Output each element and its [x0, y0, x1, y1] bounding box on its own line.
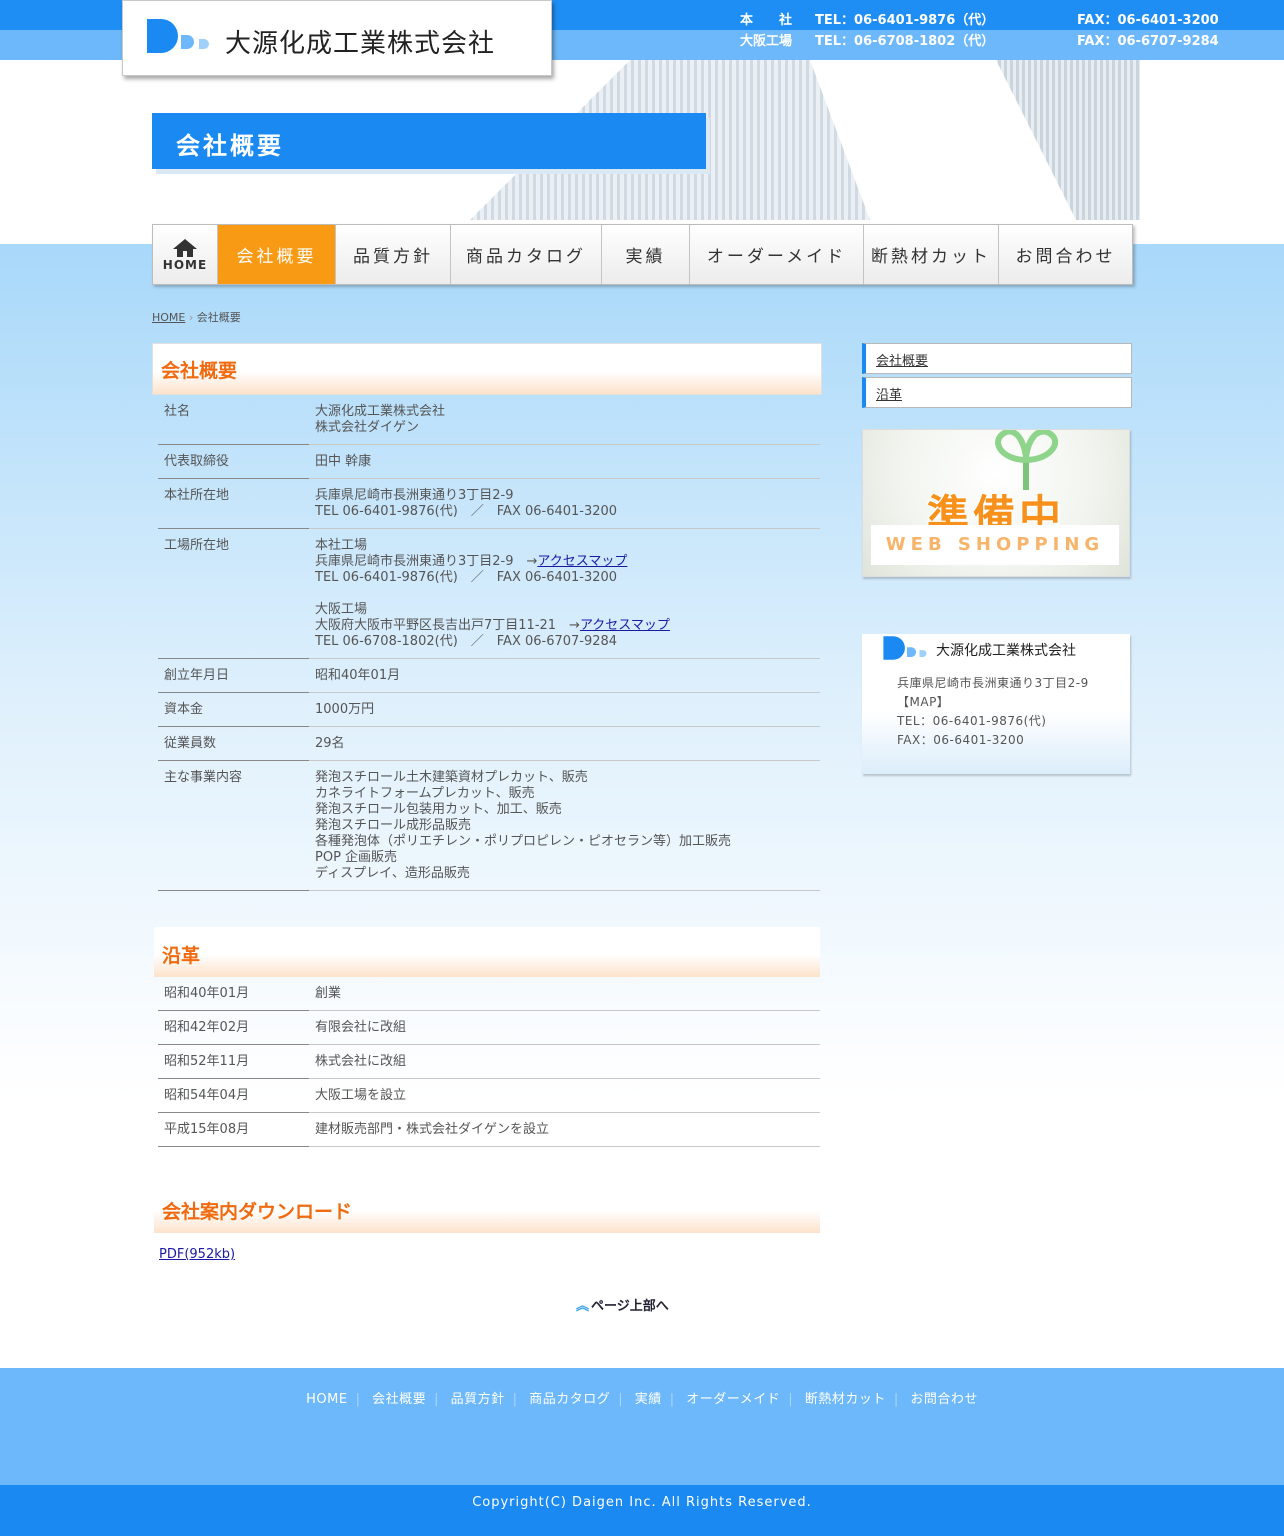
nav-catalog[interactable]: 商品カタログ — [451, 225, 602, 284]
sidebar-item-overview[interactable]: 会社概要 — [862, 343, 1132, 374]
footer-link-insulation-cut[interactable]: 断熱材カット — [805, 1392, 886, 1407]
site-logo[interactable]: 大源化成工業株式会社 — [122, 0, 552, 76]
footer-nav: HOME | 会社概要 | 品質方針 | 商品カタログ | 実績 | オーダーメイド | 断… — [0, 1368, 1284, 1485]
row-key: 社名 — [158, 395, 309, 445]
table-row: 本社所在地 兵庫県尼崎市長洲東通り3丁目2-9 TEL 06-6401-9876… — [158, 478, 820, 529]
table-row: 資本金 1000万円 — [158, 692, 820, 727]
nav-contact[interactable]: お問合わせ — [999, 225, 1132, 284]
nav-home[interactable]: HOME — [153, 225, 218, 284]
table-row: 社名 大源化成工業株式会社 株式会社ダイゲン — [158, 395, 820, 445]
footer-link-contact[interactable]: お問合わせ — [910, 1392, 978, 1407]
map-link[interactable]: 【MAP】 — [897, 693, 1089, 712]
footer-link-catalog[interactable]: 商品カタログ — [529, 1392, 610, 1407]
row-key: 創立年月日 — [158, 658, 309, 693]
table-row: 工場所在地 本社工場 兵庫県尼崎市長洲東通り3丁目2-9 →アクセスマップ TE… — [158, 528, 820, 659]
row-value: 兵庫県尼崎市長洲東通り3丁目2-9 TEL 06-6401-9876(代) ／ … — [309, 478, 820, 529]
row-value: 昭和40年01月 — [309, 658, 820, 693]
table-row: 昭和42年02月 有限会社に改組 — [158, 1010, 820, 1045]
row-value: 29名 — [309, 726, 820, 761]
contact-row-head-office: 本 社 TEL：06-6401-9876（代） FAX：06-6401-3200 — [740, 13, 1219, 28]
table-row: 主な事業内容 発泡スチロール土木建築資材プレカット、販売 カネライトフォームプレ… — [158, 760, 820, 891]
table-row: 従業員数 29名 — [158, 726, 820, 761]
row-key: 工場所在地 — [158, 528, 309, 659]
table-row: 創立年月日 昭和40年01月 — [158, 658, 820, 693]
copyright: Copyright(C) Daigen Inc. All Rights Rese… — [0, 1485, 1284, 1536]
nav-quality[interactable]: 品質方針 — [336, 225, 451, 284]
card-company-name: 大源化成工業株式会社 — [936, 643, 1076, 659]
download-heading: 会社案内ダウンロード — [154, 1183, 820, 1233]
nav-custom-order[interactable]: オーダーメイド — [690, 225, 864, 284]
row-key: 代表取締役 — [158, 444, 309, 479]
page-title-banner: 会社概要 — [152, 113, 706, 169]
card-contact-info: 兵庫県尼崎市長洲東通り3丁目2-9 【MAP】 TEL：06-6401-9876… — [897, 676, 1089, 747]
page-top-link[interactable]: ︽ ページ上部へ — [576, 1295, 669, 1314]
web-shopping-banner[interactable]: 準備中 WEB SHOPPING — [862, 429, 1130, 577]
breadcrumb-current: 会社概要 — [196, 311, 241, 324]
row-key: 本社所在地 — [158, 478, 309, 529]
shop-banner-subtitle: WEB SHOPPING — [871, 525, 1119, 565]
table-row: 昭和54年04月 大阪工場を設立 — [158, 1078, 820, 1113]
overview-table: 社名 大源化成工業株式会社 株式会社ダイゲン 代表取締役 田中 幹康 本社所在地… — [158, 395, 820, 891]
row-key: 従業員数 — [158, 726, 309, 761]
table-row: 昭和40年01月 創業 — [158, 977, 820, 1011]
main-content: 会社概要 社名 大源化成工業株式会社 株式会社ダイゲン 代表取締役 田中 幹康 … — [152, 343, 822, 1262]
access-map-link-osaka[interactable]: アクセスマップ — [580, 618, 670, 633]
chevron-right-icon: › — [188, 311, 194, 324]
building-image-right — [996, 60, 1140, 220]
company-card: 大源化成工業株式会社 兵庫県尼崎市長洲東通り3丁目2-9 【MAP】 TEL：0… — [862, 634, 1130, 774]
footer-link-results[interactable]: 実績 — [635, 1392, 662, 1407]
row-value: 本社工場 兵庫県尼崎市長洲東通り3丁目2-9 →アクセスマップ TEL 06-6… — [309, 528, 820, 659]
pdf-download-link[interactable]: PDF(952kb) — [159, 1247, 822, 1262]
footer-link-home[interactable]: HOME — [306, 1392, 347, 1407]
access-map-link-head[interactable]: アクセスマップ — [537, 554, 627, 569]
page-title: 会社概要 — [176, 132, 284, 160]
contact-row-osaka-factory: 大阪工場 TEL：06-6708-1802（代） FAX：06-6707-9284 — [740, 34, 1219, 49]
nav-results[interactable]: 実績 — [602, 225, 690, 284]
company-logo-icon — [147, 19, 209, 53]
table-row: 昭和52年11月 株式会社に改組 — [158, 1044, 820, 1079]
footer-link-company[interactable]: 会社概要 — [372, 1392, 426, 1407]
history-table: 昭和40年01月 創業 昭和42年02月 有限会社に改組 昭和52年11月 株式会社に… — [158, 977, 820, 1147]
header-contact: 本 社 TEL：06-6401-9876（代） FAX：06-6401-3200 大… — [740, 10, 1219, 52]
sprout-icon — [995, 430, 1059, 490]
row-value: 田中 幹康 — [309, 444, 820, 479]
footer-link-quality[interactable]: 品質方針 — [451, 1392, 505, 1407]
row-value: 発泡スチロール土木建築資材プレカット、販売 カネライトフォームプレカット、販売 … — [309, 760, 820, 891]
row-key: 資本金 — [158, 692, 309, 727]
company-logo-icon — [883, 636, 927, 660]
sidebar-item-history[interactable]: 沿革 — [862, 377, 1132, 408]
breadcrumb-home[interactable]: HOME — [152, 311, 185, 324]
table-row: 平成15年08月 建材販売部門・株式会社ダイゲンを設立 — [158, 1112, 820, 1147]
row-value: 大源化成工業株式会社 株式会社ダイゲン — [309, 395, 820, 445]
company-name: 大源化成工業株式会社 — [225, 29, 496, 59]
global-nav: HOME 会社概要 品質方針 商品カタログ 実績 オーダーメイド 断熱材カット … — [152, 224, 1133, 285]
nav-insulation-cut[interactable]: 断熱材カット — [864, 225, 999, 284]
table-row: 代表取締役 田中 幹康 — [158, 444, 820, 479]
history-heading: 沿革 — [154, 927, 820, 977]
double-chevron-up-icon: ︽ — [576, 1299, 590, 1314]
home-icon — [173, 238, 197, 257]
row-value: 1000万円 — [309, 692, 820, 727]
overview-heading: 会社概要 — [152, 343, 822, 395]
nav-company[interactable]: 会社概要 — [218, 225, 336, 284]
breadcrumb: HOME › 会社概要 — [152, 309, 241, 325]
row-key: 主な事業内容 — [158, 760, 309, 891]
footer-link-custom-order[interactable]: オーダーメイド — [686, 1392, 780, 1407]
sidebar: 会社概要 沿革 準備中 WEB SHOPPING 大源化成工業株式会社 兵庫県尼… — [862, 343, 1132, 774]
